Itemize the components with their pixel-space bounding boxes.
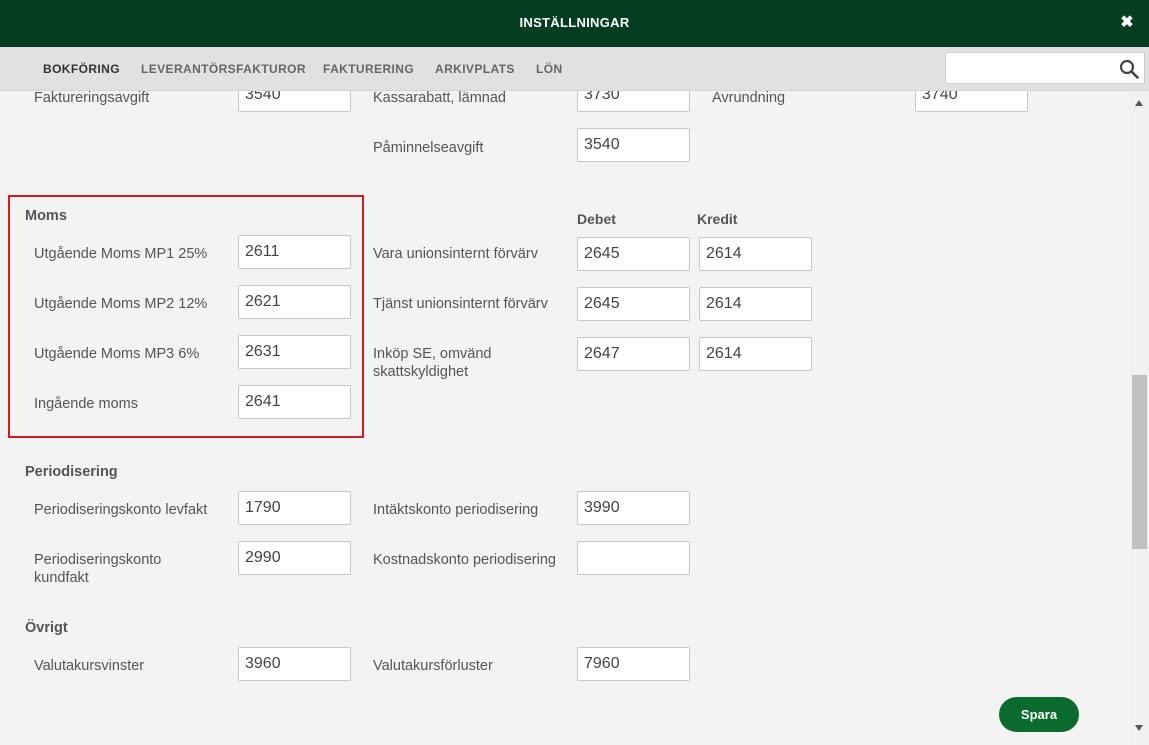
kostnadskonto-field[interactable] <box>577 541 690 575</box>
intaktskonto-field[interactable] <box>577 491 690 525</box>
valutakursvinster-label: Valutakursvinster <box>34 658 145 674</box>
faktureringsavgift-field[interactable] <box>238 91 351 112</box>
tab-bokforing[interactable]: BOKFÖRING <box>43 62 120 76</box>
vertical-scrollbar[interactable] <box>1130 91 1149 745</box>
search-icon[interactable] <box>1119 59 1139 79</box>
tjanst-unionsinternt-debet-field[interactable] <box>577 287 690 321</box>
valutakursforluster-field[interactable] <box>577 647 690 681</box>
settings-content: Faktureringsavgift Kassarabatt, lämnad A… <box>0 91 1130 745</box>
intaktskonto-label: Intäktskonto periodisering <box>373 502 539 518</box>
tab-fakturering[interactable]: FAKTURERING <box>323 62 414 76</box>
periodisering-kundfakt-field[interactable] <box>238 541 351 575</box>
paminnelseavgift-label: Påminnelseavgift <box>373 140 484 156</box>
moms-section-title: Moms <box>25 208 67 224</box>
inkop-se-label: Inköp SE, omvänd skattskyldighet <box>373 346 492 380</box>
kostnadskonto-label: Kostnadskonto periodisering <box>373 552 556 568</box>
debet-header: Debet <box>577 211 616 227</box>
window-title: INSTÄLLNINGAR <box>519 15 630 30</box>
inkop-se-debet-field[interactable] <box>577 337 690 371</box>
vara-unionsinternt-kredit-field[interactable] <box>699 237 812 271</box>
vara-unionsinternt-label: Vara unionsinternt förvärv <box>373 246 538 262</box>
moms-mp3-field[interactable] <box>238 335 351 369</box>
search-box <box>945 52 1145 84</box>
scrollbar-thumb[interactable] <box>1132 375 1147 549</box>
kassarabatt-field[interactable] <box>577 91 690 112</box>
periodisering-kundfakt-label: Periodiseringskonto kundfakt <box>34 552 162 586</box>
search-input[interactable] <box>952 57 1112 79</box>
ingaende-moms-field[interactable] <box>238 385 351 419</box>
ovrigt-section-title: Övrigt <box>25 620 68 636</box>
moms-mp1-label: Utgående Moms MP1 25% <box>34 246 208 262</box>
tjanst-unionsinternt-kredit-field[interactable] <box>699 287 812 321</box>
ingaende-moms-label: Ingående moms <box>34 396 138 412</box>
avrundning-label: Avrundning <box>712 91 786 106</box>
valutakursvinster-field[interactable] <box>238 647 351 681</box>
kredit-header: Kredit <box>697 211 738 227</box>
moms-mp2-field[interactable] <box>238 285 351 319</box>
moms-mp1-field[interactable] <box>238 235 351 269</box>
title-bar: INSTÄLLNINGAR ✖ <box>0 0 1149 47</box>
close-icon[interactable]: ✖ <box>1118 12 1136 34</box>
paminnelseavgift-field[interactable] <box>577 128 690 162</box>
periodisering-levfakt-field[interactable] <box>238 491 351 525</box>
save-button[interactable]: Spara <box>999 697 1079 732</box>
inkop-se-kredit-field[interactable] <box>699 337 812 371</box>
moms-mp3-label: Utgående Moms MP3 6% <box>34 346 200 362</box>
tab-leverantorsfakturor[interactable]: LEVERANTÖRSFAKTUROR <box>141 62 306 76</box>
tjanst-unionsinternt-label: Tjänst unionsinternt förvärv <box>373 296 548 312</box>
periodisering-section-title: Periodisering <box>25 464 118 480</box>
valutakursforluster-label: Valutakursförluster <box>373 658 493 674</box>
periodisering-levfakt-label: Periodiseringskonto levfakt <box>34 502 208 518</box>
faktureringsavgift-label: Faktureringsavgift <box>34 91 150 106</box>
kassarabatt-label: Kassarabatt, lämnad <box>373 91 506 106</box>
vara-unionsinternt-debet-field[interactable] <box>577 237 690 271</box>
avrundning-field[interactable] <box>915 91 1028 112</box>
moms-mp2-label: Utgående Moms MP2 12% <box>34 296 208 312</box>
tab-arkivplats[interactable]: ARKIVPLATS <box>435 62 515 76</box>
scroll-down-icon[interactable] <box>1135 725 1143 731</box>
scroll-up-icon[interactable] <box>1135 100 1143 106</box>
tab-bar: BOKFÖRING LEVERANTÖRSFAKTUROR FAKTURERIN… <box>0 47 1149 91</box>
tab-lon[interactable]: LÖN <box>536 62 563 76</box>
